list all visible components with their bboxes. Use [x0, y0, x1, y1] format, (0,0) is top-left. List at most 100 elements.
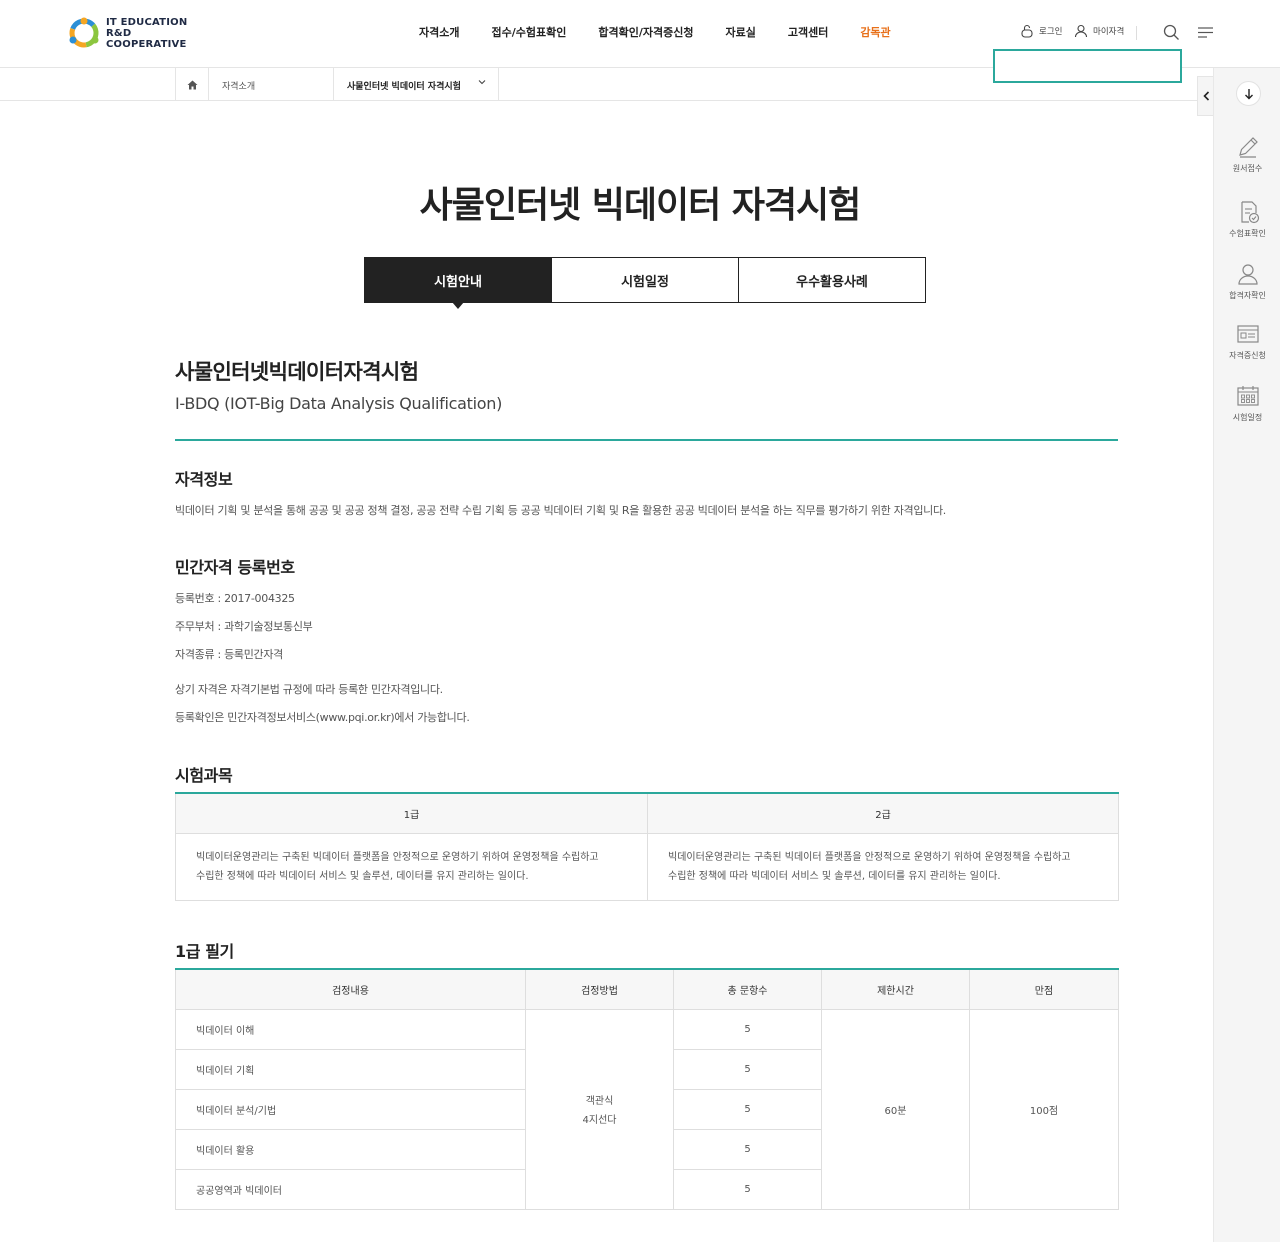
tab-exam-schedule[interactable]: 시험일정 — [551, 257, 739, 303]
breadcrumb-level1[interactable]: 자격소개 — [209, 68, 334, 101]
row-count: 5 — [673, 1168, 822, 1210]
nav-item-customer-center[interactable]: 고객센터 — [772, 24, 844, 40]
page-title: 사물인터넷 빅데이터 자격시험 — [419, 185, 862, 226]
col-time-limit: 제한시간 — [821, 968, 970, 1010]
quick-apply-label: 원서접수 — [1232, 164, 1263, 173]
login-label: 로그인 — [1039, 27, 1063, 37]
mypage-label: 마이자격 — [1093, 27, 1125, 37]
main-nav: 자격소개 접수/수험표확인 합격확인/자격증신청 자료실 고객센터 감독관 — [403, 24, 907, 40]
nav-item-qualification[interactable]: 자격소개 — [403, 24, 475, 40]
row-content: 빅데이터 활용 — [175, 1128, 526, 1170]
utility-menu: 로그인 마이자격 — [990, 24, 1280, 44]
subjects-cell-level2-line1: 빅데이터운영관리는 구축된 빅데이터 플랫폼을 안정적으로 운영하기 위하여 운… — [668, 851, 1071, 863]
nav-item-pass-check[interactable]: 합격확인/자격증신청 — [582, 24, 709, 40]
registration-type: 자격종류 : 등록민간자격 — [175, 648, 283, 661]
registration-note-1: 상기 자격은 자격기본법 규정에 따라 등록한 민간자격입니다. — [175, 683, 443, 696]
quick-apply[interactable]: 원서접수 — [1214, 134, 1280, 174]
table-header-row: 검정내용 검정방법 총 문항수 제한시간 만점 — [175, 968, 1119, 1010]
nav-item-supervisor[interactable]: 감독관 — [844, 24, 906, 40]
tab-best-cases[interactable]: 우수활용사례 — [738, 257, 926, 303]
written-exam-table: 검정내용 검정방법 총 문항수 제한시간 만점 빅데이터 이해 객관식 4지선다… — [175, 968, 1119, 1210]
method-line2: 4지선다 — [582, 1115, 617, 1126]
row-content: 빅데이터 기획 — [175, 1048, 526, 1090]
col-method: 검정방법 — [525, 968, 674, 1010]
nav-item-resources[interactable]: 자료실 — [709, 24, 771, 40]
breadcrumb-divider — [0, 100, 1213, 101]
breadcrumb-level2-label: 사물인터넷 빅데이터 자격시험 — [347, 82, 461, 92]
breadcrumb: 자격소개 사물인터넷 빅데이터 자격시험 — [175, 68, 499, 101]
row-content: 빅데이터 분석/기법 — [175, 1088, 526, 1130]
col-question-count: 총 문항수 — [673, 968, 822, 1010]
logo-line2: R&D COOPERATIVE — [106, 27, 187, 50]
arrow-down-icon — [1244, 88, 1253, 99]
site-logo[interactable]: IT EDUCATION R&D COOPERATIVE — [67, 16, 207, 50]
breadcrumb-level2-dropdown[interactable]: 사물인터넷 빅데이터 자격시험 — [334, 68, 499, 101]
quick-schedule[interactable]: 시험일정 — [1214, 383, 1280, 423]
written-heading: 1급 필기 — [175, 942, 234, 961]
subjects-table: 1급 2급 빅데이터운영관리는 구축된 빅데이터 플랫폼을 안정적으로 운영하기… — [175, 792, 1119, 901]
quick-schedule-label: 시험일정 — [1232, 413, 1263, 422]
side-menu-toggle[interactable] — [1197, 76, 1214, 116]
subjects-cell-level2: 빅데이터운영관리는 구축된 빅데이터 플랫폼을 안정적으로 운영하기 위하여 운… — [647, 832, 1119, 901]
time-limit-cell: 60분 — [821, 1008, 970, 1210]
menu-icon[interactable] — [1197, 24, 1214, 45]
registration-heading: 민간자격 등록번호 — [175, 558, 295, 577]
qualification-heading: 사물인터넷빅데이터자격시험 I-BDQ (IOT-Big Data Analys… — [175, 356, 1118, 413]
col-content: 검정내용 — [175, 968, 526, 1010]
quick-pass-check[interactable]: 합격자확인 — [1214, 261, 1280, 301]
calendar-icon — [1236, 386, 1259, 406]
subjects-cell-level1-line2: 수립한 정책에 따라 빅데이터 서비스 및 솔루션, 데이터를 유지 관리하는 … — [196, 870, 529, 882]
content-tabs: 시험안내 시험일정 우수활용사례 — [364, 257, 926, 309]
home-icon[interactable] — [176, 68, 209, 101]
scroll-down-button[interactable] — [1236, 81, 1261, 106]
registration-number: 등록번호 : 2017-004325 — [175, 592, 295, 605]
registration-note-2: 등록확인은 민간자격정보서비스(www.pqi.or.kr)에서 가능합니다. — [175, 711, 470, 724]
row-count: 5 — [673, 1128, 822, 1170]
quick-certificate-label: 자격증신청 — [1229, 351, 1266, 360]
logo-mark-icon — [67, 16, 101, 50]
certificate-icon — [1236, 325, 1259, 343]
quick-certificate[interactable]: 자격증신청 — [1214, 321, 1280, 361]
subjects-cell-level2-line2: 수립한 정책에 따라 빅데이터 서비스 및 솔루션, 데이터를 유지 관리하는 … — [668, 870, 1001, 882]
lock-icon — [1021, 24, 1033, 38]
tab-exam-guide[interactable]: 시험안내 — [364, 257, 552, 309]
info-text: 빅데이터 기획 및 분석을 통해 공공 및 공공 정책 결정, 공공 전략 수립… — [175, 504, 946, 517]
quick-pass-check-label: 합격자확인 — [1229, 291, 1266, 300]
subjects-col-level1: 1급 — [175, 792, 648, 834]
logo-line1: IT EDUCATION — [106, 16, 188, 28]
person-icon — [1237, 264, 1258, 285]
chevron-left-icon — [1202, 91, 1209, 101]
pencil-icon — [1238, 137, 1258, 158]
registration-ministry: 주무부처 : 과학기술정보통신부 — [175, 620, 313, 633]
row-count: 5 — [673, 1008, 822, 1050]
table-row: 빅데이터 이해 객관식 4지선다 5 60분 100점 — [175, 1008, 1119, 1210]
info-heading: 자격정보 — [175, 470, 233, 489]
row-count: 5 — [673, 1048, 822, 1090]
login-link[interactable]: 로그인 — [1020, 24, 1062, 38]
user-icon — [1074, 24, 1088, 38]
quick-ticket-check-label: 수험표확인 — [1229, 229, 1266, 238]
row-content: 빅데이터 이해 — [175, 1008, 526, 1050]
subjects-cell-level1-line1: 빅데이터운영관리는 구축된 빅데이터 플랫폼을 안정적으로 운영하기 위하여 운… — [196, 851, 599, 863]
subjects-heading: 시험과목 — [175, 766, 233, 785]
row-count: 5 — [673, 1088, 822, 1130]
col-max-score: 만점 — [969, 968, 1119, 1010]
chevron-down-icon — [478, 80, 486, 85]
subjects-cell-level1: 빅데이터운영관리는 구축된 빅데이터 플랫폼을 안정적으로 운영하기 위하여 운… — [175, 832, 648, 901]
qualification-subtitle: I-BDQ (IOT-Big Data Analysis Qualificati… — [175, 394, 503, 413]
mypage-link[interactable]: 마이자격 — [1074, 24, 1124, 38]
subjects-col-level2: 2급 — [647, 792, 1119, 834]
logo-text: IT EDUCATION R&D COOPERATIVE — [106, 17, 207, 50]
table-header-row: 1급 2급 — [175, 792, 1119, 834]
section-divider — [175, 439, 1118, 441]
search-input[interactable] — [993, 49, 1182, 83]
max-score-cell: 100점 — [969, 1008, 1119, 1210]
row-content: 공공영역과 빅데이터 — [175, 1168, 526, 1210]
method-cell: 객관식 4지선다 — [525, 1008, 674, 1210]
table-row: 빅데이터운영관리는 구축된 빅데이터 플랫폼을 안정적으로 운영하기 위하여 운… — [175, 832, 1119, 901]
util-divider — [1136, 26, 1137, 40]
search-icon[interactable] — [1163, 24, 1180, 45]
quick-menu: 원서접수 수험표확인 합격자확인 자격증신청 시험일정 — [1213, 68, 1280, 1242]
nav-item-application[interactable]: 접수/수험표확인 — [475, 24, 582, 40]
method-line1: 객관식 — [585, 1096, 614, 1107]
